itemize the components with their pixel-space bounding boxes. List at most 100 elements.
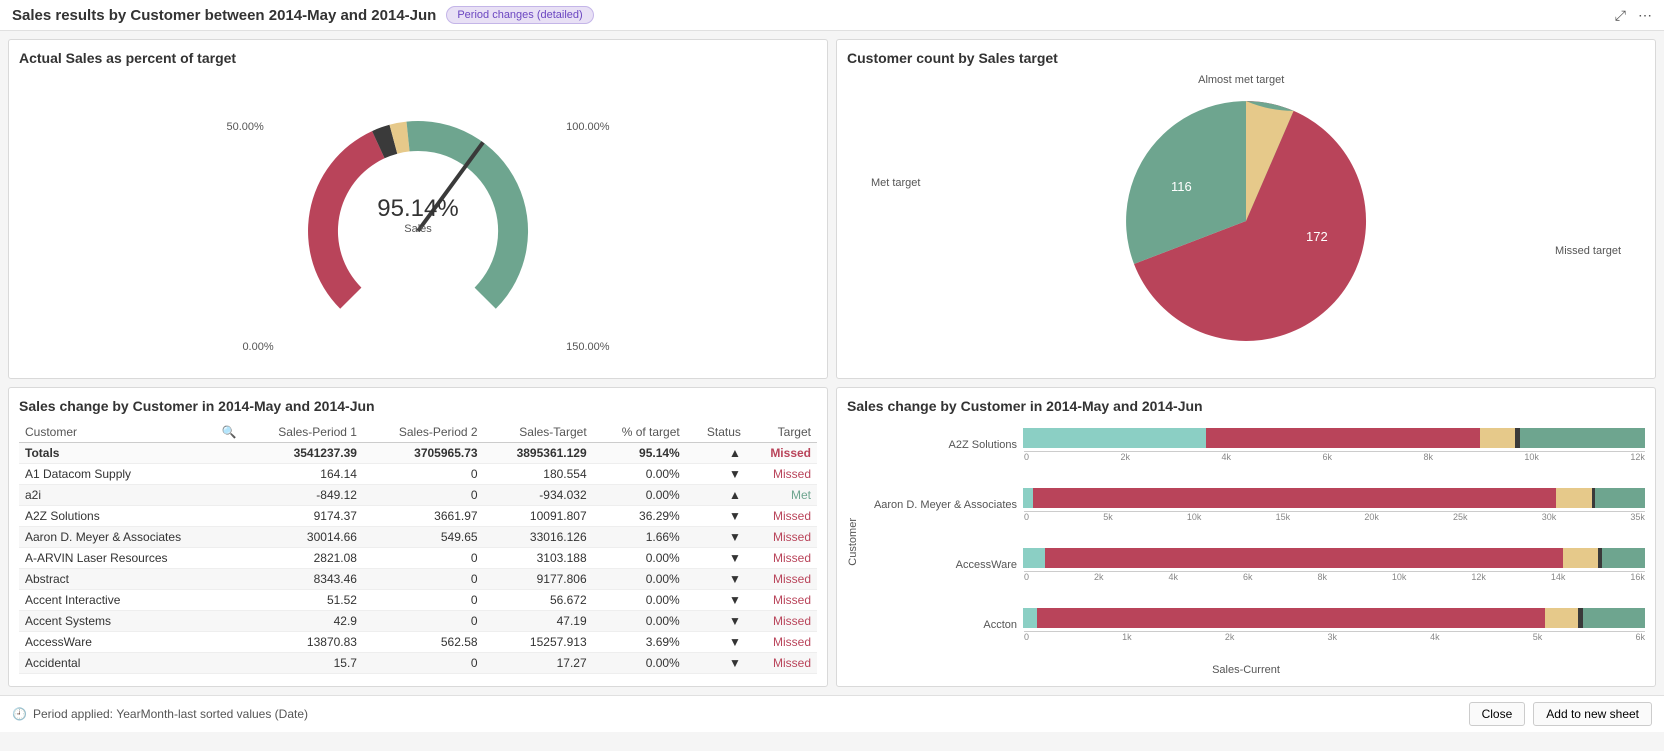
table-row[interactable]: Abstract8343.4609177.8060.00%Missed xyxy=(19,569,817,590)
col-status[interactable]: Status xyxy=(686,422,747,443)
bar-track: 02k4k6k8k10k12k xyxy=(1023,428,1645,462)
bar-segment xyxy=(1023,488,1033,508)
bar-row[interactable]: Accton01k2k3k4k5k6k xyxy=(863,608,1645,642)
triangle-up-icon xyxy=(729,446,741,460)
table-header-row: Customer🔍 Sales-Period 1 Sales-Period 2 … xyxy=(19,422,817,443)
gauge-tick-50: 50.00% xyxy=(226,121,263,133)
bars-inner: A2Z Solutions02k4k6k8k10k12k Aaron D. Mey… xyxy=(863,422,1645,662)
table-body: Totals3541237.393705965.733895361.12995.… xyxy=(19,443,817,674)
table-title: Sales change by Customer in 2014-May and… xyxy=(19,398,817,414)
footer-bar: 🕘 Period applied: YearMonth-last sorted … xyxy=(0,695,1664,732)
bar-label: Aaron D. Meyer & Associates xyxy=(863,499,1023,511)
triangle-down-icon xyxy=(729,656,741,670)
bar-segment xyxy=(1563,548,1598,568)
period-badge[interactable]: Period changes (detailed) xyxy=(446,6,593,24)
footer-label: Period applied: xyxy=(33,707,113,721)
search-icon[interactable]: 🔍 xyxy=(221,425,236,439)
dashboard-grid: Actual Sales as percent of target 95.14% xyxy=(0,31,1664,695)
triangle-down-icon xyxy=(729,614,741,628)
bar-segment xyxy=(1023,548,1045,568)
bar-segment xyxy=(1556,488,1592,508)
gauge-tick-150: 150.00% xyxy=(566,341,609,353)
bar-row[interactable]: Aaron D. Meyer & Associates05k10k15k20k2… xyxy=(863,488,1645,522)
bar-segment xyxy=(1583,608,1645,628)
page-title: Sales results by Customer between 2014-M… xyxy=(12,7,436,24)
pie-chart: 172 116 Almost met target Met target Mis… xyxy=(847,74,1645,368)
bar-track: 05k10k15k20k25k30k35k xyxy=(1023,488,1645,522)
bar-axis: 02k4k6k8k10k12k xyxy=(1024,451,1645,462)
bar-segment xyxy=(1595,488,1645,508)
col-period2[interactable]: Sales-Period 2 xyxy=(363,422,484,443)
triangle-down-icon xyxy=(729,572,741,586)
table-row[interactable]: A2Z Solutions9174.373661.9710091.80736.2… xyxy=(19,506,817,527)
gauge-title: Actual Sales as percent of target xyxy=(19,50,817,66)
gauge-panel[interactable]: Actual Sales as percent of target 95.14% xyxy=(8,39,828,379)
gauge-chart: 95.14% Sales 50.00% 100.00% 0.00% 150.00… xyxy=(19,74,817,368)
gauge-ticks: 50.00% 100.00% 0.00% 150.00% xyxy=(19,74,817,368)
table-row[interactable]: Accidental15.7017.270.00%Missed xyxy=(19,653,817,674)
bar-row[interactable]: AccessWare02k4k6k8k10k12k14k16k xyxy=(863,548,1645,582)
table-row[interactable]: Accent Interactive51.52056.6720.00%Misse… xyxy=(19,590,817,611)
triangle-down-icon xyxy=(729,551,741,565)
pie-label-met: Met target xyxy=(871,177,921,189)
bar-label: Accton xyxy=(863,619,1023,631)
table-row[interactable]: Aaron D. Meyer & Associates30014.66549.6… xyxy=(19,527,817,548)
add-to-sheet-button[interactable]: Add to new sheet xyxy=(1533,702,1652,726)
bar-segment xyxy=(1045,548,1563,568)
triangle-down-icon xyxy=(729,530,741,544)
bar-track: 02k4k6k8k10k12k14k16k xyxy=(1023,548,1645,582)
bars-title: Sales change by Customer in 2014-May and… xyxy=(847,398,1645,414)
close-button[interactable]: Close xyxy=(1469,702,1526,726)
bar-axis: 02k4k6k8k10k12k14k16k xyxy=(1024,571,1645,582)
table-scroll[interactable]: Customer🔍 Sales-Period 1 Sales-Period 2 … xyxy=(19,422,817,676)
bars-ylabel: Customer xyxy=(847,518,859,566)
triangle-down-icon xyxy=(729,635,741,649)
pie-title: Customer count by Sales target xyxy=(847,50,1645,66)
col-customer[interactable]: Customer🔍 xyxy=(19,422,242,443)
bar-label: AccessWare xyxy=(863,559,1023,571)
table-row[interactable]: A1 Datacom Supply164.140180.5540.00%Miss… xyxy=(19,464,817,485)
pie-panel[interactable]: Customer count by Sales target 172 116 A… xyxy=(836,39,1656,379)
bar-segment xyxy=(1602,548,1645,568)
bar-segment xyxy=(1033,488,1556,508)
bar-axis: 01k2k3k4k5k6k xyxy=(1024,631,1645,642)
col-period1[interactable]: Sales-Period 1 xyxy=(242,422,363,443)
bar-segment xyxy=(1480,428,1515,448)
triangle-up-icon xyxy=(729,488,741,502)
triangle-down-icon xyxy=(729,467,741,481)
table-panel[interactable]: Sales change by Customer in 2014-May and… xyxy=(8,387,828,687)
col-target[interactable]: Sales-Target xyxy=(484,422,593,443)
footer-buttons: Close Add to new sheet xyxy=(1469,702,1652,726)
sales-table: Customer🔍 Sales-Period 1 Sales-Period 2 … xyxy=(19,422,817,674)
clock-icon: 🕘 xyxy=(12,707,27,721)
table-row[interactable]: Accent Systems42.9047.190.00%Missed xyxy=(19,611,817,632)
bar-segment xyxy=(1520,428,1645,448)
gauge-tick-100: 100.00% xyxy=(566,121,609,133)
table-row[interactable]: A-ARVIN Laser Resources2821.0803103.1880… xyxy=(19,548,817,569)
pie-label-almost: Almost met target xyxy=(1198,74,1284,86)
bars-chart: Customer A2Z Solutions02k4k6k8k10k12k Aar… xyxy=(847,422,1645,662)
triangle-down-icon xyxy=(729,593,741,607)
more-icon[interactable]: ⋯ xyxy=(1638,7,1652,24)
bar-label: A2Z Solutions xyxy=(863,439,1023,451)
triangle-down-icon xyxy=(729,509,741,523)
bar-segment xyxy=(1023,428,1206,448)
bars-panel[interactable]: Sales change by Customer in 2014-May and… xyxy=(836,387,1656,687)
bar-segment xyxy=(1037,608,1544,628)
bar-segment xyxy=(1545,608,1578,628)
bars-xlabel: Sales-Current xyxy=(847,664,1645,676)
collapse-icon[interactable]: ⤢ xyxy=(1615,7,1626,24)
header-actions: ⤢ ⋯ xyxy=(1615,7,1652,24)
header-bar: Sales results by Customer between 2014-M… xyxy=(0,0,1664,31)
gauge-tick-0: 0.00% xyxy=(242,341,273,353)
pie-label-missed: Missed target xyxy=(1555,245,1621,257)
col-pct[interactable]: % of target xyxy=(593,422,686,443)
totals-row: Totals3541237.393705965.733895361.12995.… xyxy=(19,443,817,464)
col-targetres[interactable]: Target xyxy=(747,422,817,443)
bar-track: 01k2k3k4k5k6k xyxy=(1023,608,1645,642)
bar-axis: 05k10k15k20k25k30k35k xyxy=(1024,511,1645,522)
table-row[interactable]: AccessWare13870.83562.5815257.9133.69%Mi… xyxy=(19,632,817,653)
table-row[interactable]: a2i-849.120-934.0320.00%Met xyxy=(19,485,817,506)
bar-row[interactable]: A2Z Solutions02k4k6k8k10k12k xyxy=(863,428,1645,462)
bar-segment xyxy=(1023,608,1037,628)
